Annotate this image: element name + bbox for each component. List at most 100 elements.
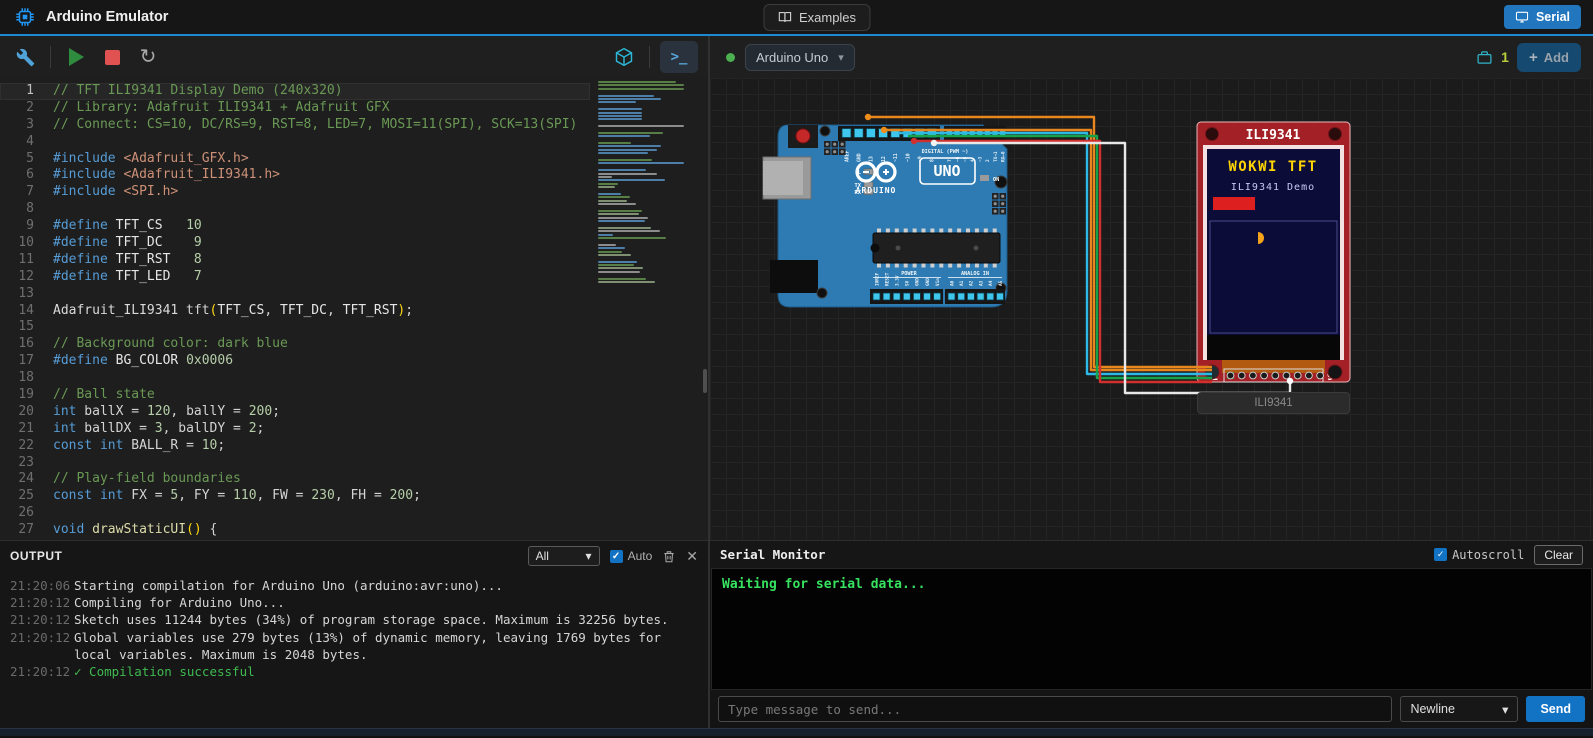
code-line[interactable]: 17#define BG_COLOR 0x0006 xyxy=(0,353,708,370)
pin[interactable] xyxy=(927,129,936,138)
examples-button[interactable]: Examples xyxy=(763,4,870,31)
pin[interactable] xyxy=(969,130,975,136)
serial-terminal[interactable]: Waiting for serial data... xyxy=(711,568,1592,690)
add-part-button[interactable]: + Add xyxy=(1517,43,1581,72)
pin[interactable] xyxy=(883,293,890,300)
line-ending-select[interactable]: Newline ▾ xyxy=(1400,696,1518,722)
clear-serial-button[interactable]: Clear xyxy=(1534,545,1583,565)
serial-message-input[interactable] xyxy=(718,696,1392,722)
output-filter-select[interactable]: All ▾ xyxy=(528,546,600,566)
pin[interactable] xyxy=(842,129,851,138)
pin[interactable] xyxy=(891,129,900,138)
stop-button[interactable] xyxy=(97,42,127,72)
pin[interactable] xyxy=(903,293,910,300)
app-title: Arduino Emulator xyxy=(46,9,168,25)
pin[interactable] xyxy=(1000,130,1006,136)
code-line[interactable]: 16// Background color: dark blue xyxy=(0,336,708,353)
pin[interactable] xyxy=(913,293,920,300)
code-line[interactable]: 18 xyxy=(0,370,708,387)
editor-scrollbar-thumb[interactable] xyxy=(703,369,707,393)
send-button[interactable]: Send xyxy=(1526,696,1585,722)
reset-button[interactable] xyxy=(796,129,810,143)
code-line[interactable]: 15 xyxy=(0,319,708,336)
settings-wrench-button[interactable] xyxy=(10,42,40,72)
pin[interactable] xyxy=(873,293,880,300)
pin[interactable] xyxy=(962,130,968,136)
code-line[interactable]: 21int ballDX = 3, ballDY = 2; xyxy=(0,421,708,438)
minimap-row xyxy=(598,159,652,161)
pin[interactable] xyxy=(866,129,875,138)
pin[interactable] xyxy=(947,130,953,136)
tft-pin[interactable] xyxy=(1283,372,1290,379)
board-select[interactable]: Arduino Uno ▾ xyxy=(745,44,855,71)
minimap-row xyxy=(598,213,639,215)
code-line[interactable]: 13 xyxy=(0,286,708,303)
pin[interactable] xyxy=(977,130,983,136)
tft-part-label: ILI9341 xyxy=(1246,128,1301,143)
code-line[interactable]: 28 tft.fillScreen(BG_COLOR); xyxy=(0,539,708,540)
code-line[interactable]: 27void drawStaticUI() { xyxy=(0,522,708,539)
clear-output-trash-button[interactable] xyxy=(662,549,676,564)
pin[interactable] xyxy=(987,293,994,300)
pin[interactable] xyxy=(977,293,984,300)
tft-pin[interactable] xyxy=(1272,372,1279,379)
editor-minimap[interactable] xyxy=(598,81,692,284)
autoscroll-output-checkbox[interactable]: ✓ Auto xyxy=(610,549,653,563)
code-line[interactable]: 19// Ball state xyxy=(0,387,708,404)
line-number: 17 xyxy=(0,353,34,370)
close-output-button[interactable]: ✕ xyxy=(686,548,698,565)
pin[interactable] xyxy=(934,293,941,300)
ili9341-tft-module[interactable]: ILI9341 WOKWI TFT ILI9341 Demo 1 9 xyxy=(1197,122,1350,382)
line-number: 10 xyxy=(0,235,34,252)
code-line[interactable]: 1// TFT ILI9341 Display Demo (240x320) xyxy=(0,83,590,100)
pin[interactable] xyxy=(997,293,1004,300)
minimap-row xyxy=(598,112,642,114)
pin[interactable] xyxy=(992,130,998,136)
wire-endpoint[interactable] xyxy=(865,114,871,120)
circuit-canvas[interactable]: AREFGND1312~11~10~987~6~54~32TX→1RX←0 DI… xyxy=(710,78,1593,540)
line-number: 20 xyxy=(0,404,34,421)
pin-label: A1 xyxy=(959,280,965,286)
libraries-cube-button[interactable] xyxy=(609,42,639,72)
minimap-row xyxy=(598,244,616,246)
terminal-toggle-button[interactable]: >_ xyxy=(660,41,698,73)
pin[interactable] xyxy=(903,129,912,138)
mounting-hole xyxy=(817,288,827,298)
serial-button[interactable]: Serial xyxy=(1504,5,1581,29)
pin[interactable] xyxy=(958,293,965,300)
title-bar: Arduino Emulator Examples Serial xyxy=(0,0,1593,36)
run-button[interactable] xyxy=(61,42,91,72)
code-line[interactable]: 24// Play-field boundaries xyxy=(0,471,708,488)
autoscroll-checkbox[interactable]: ✓ Autoscroll xyxy=(1434,548,1524,562)
atmega-chip[interactable] xyxy=(871,229,1001,268)
tft-pin[interactable] xyxy=(1227,372,1234,379)
pin[interactable] xyxy=(985,130,991,136)
pin[interactable] xyxy=(948,293,955,300)
code-line[interactable]: 22const int BALL_R = 10; xyxy=(0,438,708,455)
pin[interactable] xyxy=(967,293,974,300)
tft-pin[interactable] xyxy=(1317,372,1324,379)
plus-icon: + xyxy=(1529,49,1538,66)
arduino-uno-board[interactable]: AREFGND1312~11~10~987~6~54~32TX→1RX←0 DI… xyxy=(778,125,1007,307)
pin[interactable] xyxy=(915,129,924,138)
code-line[interactable]: 26 xyxy=(0,505,708,522)
pin[interactable] xyxy=(924,293,931,300)
line-content: int ballX = 120, ballY = 200; xyxy=(53,404,280,421)
tft-pin[interactable] xyxy=(1261,372,1268,379)
pin[interactable] xyxy=(854,129,863,138)
chevron-down-icon: ▾ xyxy=(838,51,844,64)
code-line[interactable]: 14Adafruit_ILI9341 tft(TFT_CS, TFT_DC, T… xyxy=(0,303,708,320)
restart-button[interactable]: ↻ xyxy=(133,42,163,72)
code-line[interactable]: 20 int ballX = 120, ballY = 200; xyxy=(0,404,708,421)
code-line[interactable]: 23 xyxy=(0,455,708,472)
code-line[interactable]: 25const int FX = 5, FY = 110, FW = 230, … xyxy=(0,488,708,505)
tft-pin[interactable] xyxy=(1238,372,1245,379)
tft-pin[interactable] xyxy=(1250,372,1257,379)
tft-pin[interactable] xyxy=(1294,372,1301,379)
tft-pin[interactable] xyxy=(1306,372,1313,379)
pin[interactable] xyxy=(954,130,960,136)
code-editor[interactable]: 1// TFT ILI9341 Display Demo (240x320)2/… xyxy=(0,78,708,540)
pin[interactable] xyxy=(893,293,900,300)
board-select-value: Arduino Uno xyxy=(756,50,828,65)
pin[interactable] xyxy=(879,129,888,138)
